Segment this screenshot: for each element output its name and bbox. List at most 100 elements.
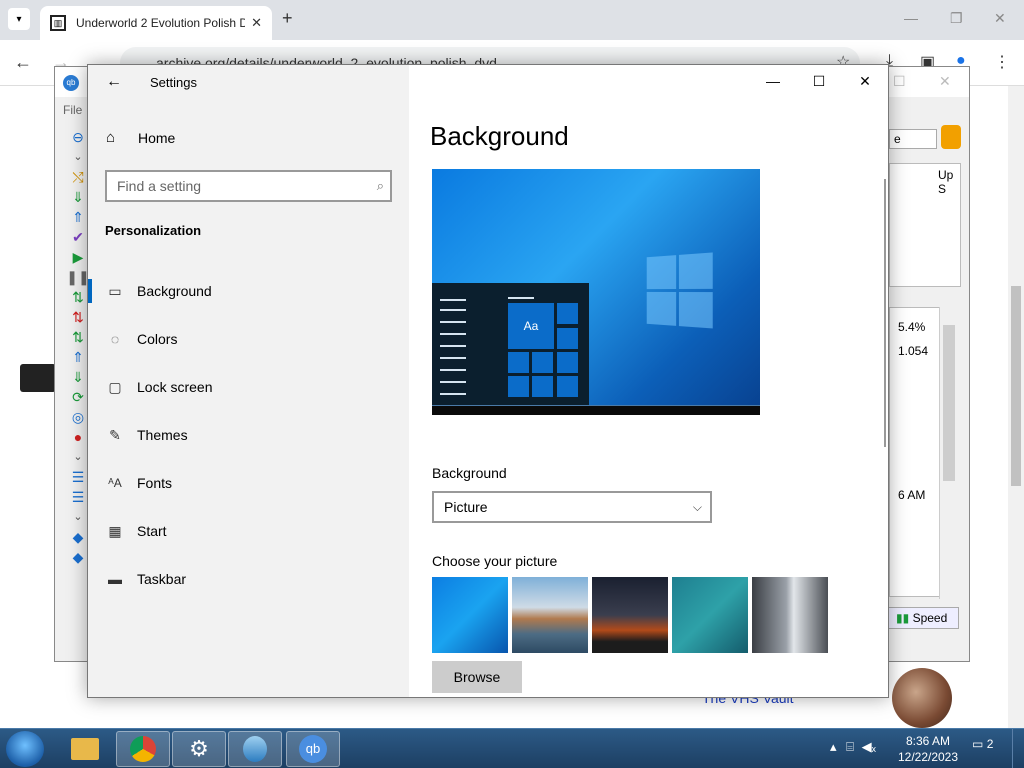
combo-value: e — [894, 132, 901, 146]
tab-title: Underworld 2 Evolution Polish D — [76, 16, 246, 30]
settings-window: ← Settings ⌂ Home Find a setting ⌕ Perso… — [87, 64, 889, 698]
settings-content: — ☐ ✕ Background Aa Background Picture ⌵… — [409, 65, 888, 697]
qbt-maximize-icon[interactable]: ☐ — [893, 73, 906, 90]
chrome-taskbar-button[interactable] — [116, 731, 170, 767]
qbt-torrent-list: Up S — [889, 163, 961, 287]
home-label: Home — [138, 129, 176, 146]
picture-thumbnails — [432, 577, 832, 653]
collection-avatar[interactable] — [892, 668, 952, 728]
chrome-close-icon[interactable]: ✕ — [994, 10, 1006, 27]
settings-taskbar-button[interactable]: ⚙ — [172, 731, 226, 767]
maximize-icon[interactable]: ☐ — [796, 65, 842, 97]
thumbnail-waterfall[interactable] — [752, 577, 828, 653]
clock[interactable]: 8:36 AM 12/22/2023 — [896, 733, 960, 765]
back-arrow-icon[interactable]: ← — [106, 73, 122, 91]
qbt-filter-combo[interactable]: e — [889, 129, 937, 149]
close-icon[interactable]: ✕ — [842, 65, 888, 97]
browser-tab[interactable]: ▥ Underworld 2 Evolution Polish D ✕ — [40, 6, 272, 40]
explorer-taskbar-button[interactable] — [58, 731, 112, 767]
minimize-icon[interactable]: — — [750, 65, 796, 97]
nav-label: Start — [137, 523, 167, 539]
nav-label: Taskbar — [137, 571, 187, 587]
background-label: Background — [432, 465, 507, 481]
chevron-down-icon: ⌵ — [692, 500, 702, 514]
settings-scrollbar[interactable] — [884, 179, 886, 447]
action-center-button[interactable]: ▭ 2 — [972, 737, 993, 751]
qbittorrent-taskbar-button[interactable]: qb — [286, 731, 340, 767]
search-input[interactable]: Find a setting ⌕ — [105, 170, 392, 202]
new-tab-button[interactable]: + — [282, 8, 293, 29]
menu-dots-icon[interactable]: ⋮ — [994, 52, 1010, 72]
chrome-minimize-icon[interactable]: — — [904, 10, 918, 26]
nav-item-background[interactable]: ▭ Background — [88, 267, 409, 315]
qbt-close-icon[interactable]: ✕ — [939, 73, 951, 90]
chrome-tab-bar: ▾ ▥ Underworld 2 Evolution Polish D ✕ + … — [0, 0, 1024, 40]
choose-picture-label: Choose your picture — [432, 553, 558, 569]
preview-start-menu: Aa — [432, 283, 589, 405]
tab-close-icon[interactable]: ✕ — [251, 15, 262, 31]
caption-buttons: — ☐ ✕ — [750, 65, 888, 97]
qbt-scrollbar[interactable] — [939, 307, 957, 599]
notification-icon: ▭ — [972, 737, 984, 751]
fonts-icon: ᴬA — [108, 476, 122, 490]
folder-icon — [71, 738, 99, 760]
chat-bubble-icon[interactable] — [20, 364, 56, 392]
nav-label: Themes — [137, 427, 188, 443]
stat-time: 6 AM — [898, 488, 926, 502]
bar-chart-icon: ▮▮ — [896, 611, 910, 625]
speed-label: Speed — [912, 611, 948, 625]
nav-label: Colors — [137, 331, 178, 347]
browse-button[interactable]: Browse — [432, 661, 522, 693]
tab-search-button[interactable]: ▾ — [8, 8, 30, 30]
nav-item-colors[interactable]: ◌ Colors — [88, 315, 409, 363]
nav-item-lock-screen[interactable]: ▢ Lock screen — [88, 363, 409, 411]
themes-icon: ✎ — [109, 426, 121, 443]
show-hidden-icon[interactable]: ▴ — [830, 739, 837, 754]
installer-icon — [243, 736, 267, 762]
gear-icon: ⚙ — [189, 736, 209, 761]
page-title: Background — [430, 121, 569, 151]
settings-nav-pane: ← Settings ⌂ Home Find a setting ⌕ Perso… — [88, 65, 409, 697]
desktop-preview: Aa — [432, 169, 760, 415]
window-title: Settings — [150, 75, 197, 90]
background-dropdown[interactable]: Picture ⌵ — [432, 491, 712, 523]
nav-item-fonts[interactable]: ᴬA Fonts — [88, 459, 409, 507]
preview-tile-text: Aa — [508, 303, 554, 349]
volume-muted-icon[interactable]: ◀ₓ — [862, 739, 876, 754]
network-icon[interactable]: ⌸ — [846, 739, 854, 754]
start-icon: ▦ — [108, 522, 122, 539]
chrome-icon — [130, 736, 156, 762]
start-button[interactable] — [6, 731, 44, 767]
preview-taskbar — [432, 405, 760, 415]
chrome-restore-icon[interactable]: ❐ — [950, 10, 963, 27]
search-icon: ⌕ — [376, 178, 384, 193]
installer-taskbar-button[interactable] — [228, 731, 282, 767]
col-up-speed: Up S — [938, 168, 954, 196]
nav-item-themes[interactable]: ✎ Themes — [88, 411, 409, 459]
clock-time: 8:36 AM — [905, 734, 951, 748]
palette-icon: ◌ — [110, 331, 120, 347]
page-scrollbar[interactable] — [1008, 86, 1024, 728]
home-icon: ⌂ — [106, 129, 116, 146]
thumbnail-windows[interactable] — [432, 577, 508, 653]
taskbar-icon: ▬ — [108, 571, 122, 587]
nav-item-taskbar[interactable]: ▬ Taskbar — [88, 555, 409, 603]
lock-icon[interactable] — [941, 125, 961, 149]
qbittorrent-icon: qb — [299, 735, 327, 763]
background-value: Picture — [444, 499, 488, 515]
show-desktop-button[interactable] — [1012, 729, 1024, 768]
qbt-menu-file[interactable]: File — [63, 103, 82, 117]
back-arrow-icon[interactable]: ← — [14, 52, 32, 73]
stat-value: 1.054 — [898, 344, 929, 358]
thumbnail-beach[interactable] — [512, 577, 588, 653]
nav-label: Lock screen — [137, 379, 213, 395]
thumbnail-ocean[interactable] — [672, 577, 748, 653]
nav-item-start[interactable]: ▦ Start — [88, 507, 409, 555]
qbittorrent-icon: qb — [63, 75, 79, 91]
search-placeholder: Find a setting — [117, 178, 202, 194]
thumbnail-night[interactable] — [592, 577, 668, 653]
speed-tab[interactable]: ▮▮ Speed — [887, 607, 959, 629]
home-link[interactable]: ⌂ Home — [106, 129, 175, 146]
section-heading: Personalization — [105, 223, 202, 238]
lock-screen-icon: ▢ — [108, 378, 122, 395]
